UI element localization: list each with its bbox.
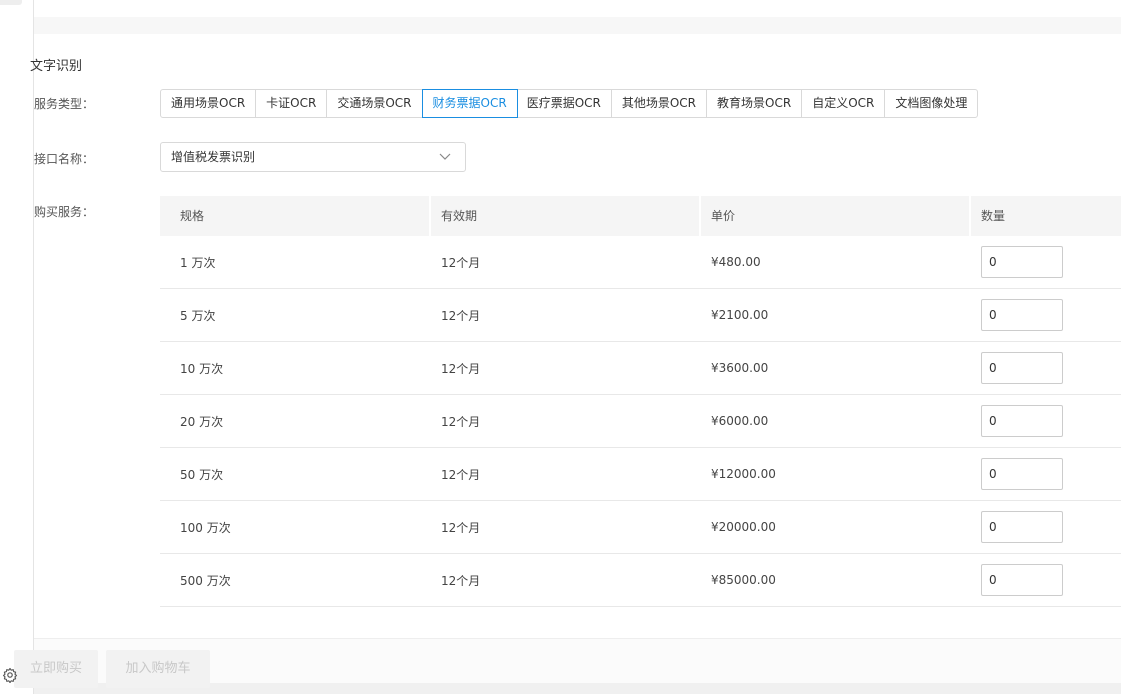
table-header: 规格 有效期 单价 数量 (160, 196, 1121, 236)
cell-price: ¥85000.00 (711, 573, 776, 587)
cell-quantity (971, 299, 1121, 331)
purchase-label: 购买服务： (34, 205, 95, 219)
table-row: 20 万次 12个月 ¥6000.00 (160, 395, 1121, 448)
cell-validity: 12个月 (441, 361, 481, 376)
cell-validity: 12个月 (441, 520, 481, 535)
cell-price: ¥12000.00 (711, 467, 776, 481)
page: 文字识别 服务类型： 接口名称： 购买服务： 通用场景OCR 卡证OCR 交通场景O… (0, 0, 1121, 694)
table-row: 100 万次 12个月 ¥20000.00 (160, 501, 1121, 554)
tab-service-type[interactable]: 医疗票据OCR (517, 90, 612, 117)
quantity-input[interactable] (981, 246, 1063, 278)
cell-price: ¥20000.00 (711, 520, 776, 534)
tab-service-type[interactable]: 其他场景OCR (612, 90, 708, 117)
add-to-cart-button[interactable]: 加入购物车 (106, 650, 210, 688)
sidebar-tab[interactable] (0, 0, 22, 5)
chevron-down-icon (439, 153, 451, 160)
api-name-select[interactable]: 增值税发票识别 (160, 142, 466, 172)
table-row: 1 万次 12个月 ¥480.00 (160, 236, 1121, 289)
cell-price: ¥3600.00 (711, 361, 769, 375)
cell-quantity (971, 511, 1121, 543)
cell-quantity (971, 405, 1121, 437)
header-price: 单价 (701, 196, 971, 236)
quantity-input[interactable] (981, 405, 1063, 437)
cell-validity: 12个月 (441, 573, 481, 588)
cell-price: ¥6000.00 (711, 414, 769, 428)
api-name-label: 接口名称： (34, 152, 95, 166)
cell-price: ¥2100.00 (711, 308, 769, 322)
header-spec: 规格 (160, 196, 431, 236)
quantity-input[interactable] (981, 299, 1063, 331)
cell-quantity (971, 564, 1121, 596)
section-title: 文字识别 (30, 59, 83, 74)
cell-spec: 50 万次 (180, 467, 224, 482)
quantity-input[interactable] (981, 511, 1063, 543)
cell-price: ¥480.00 (711, 255, 761, 269)
quantity-input[interactable] (981, 458, 1063, 490)
service-type-tabs: 通用场景OCR 卡证OCR 交通场景OCR 财务票据OCR 医疗票据OCR 其他场景OCR… (160, 89, 979, 118)
tab-service-type[interactable]: 通用场景OCR (161, 90, 257, 117)
cell-validity: 12个月 (441, 467, 481, 482)
cell-spec: 10 万次 (180, 361, 224, 376)
tab-service-type[interactable]: 交通场景OCR (327, 90, 423, 117)
api-name-select-value: 增值税发票识别 (171, 150, 256, 164)
cell-validity: 12个月 (441, 255, 481, 270)
tab-service-type[interactable]: 财务票据OCR (421, 89, 518, 118)
tab-service-type[interactable]: 教育场景OCR (707, 90, 803, 117)
table-row: 5 万次 12个月 ¥2100.00 (160, 289, 1121, 342)
cell-validity: 12个月 (441, 414, 481, 429)
tab-service-type[interactable]: 自定义OCR (802, 90, 886, 117)
header-validity: 有效期 (431, 196, 701, 236)
cell-spec: 100 万次 (180, 520, 231, 535)
tab-service-type[interactable]: 文档图像处理 (885, 90, 977, 117)
table-row: 50 万次 12个月 ¥12000.00 (160, 448, 1121, 501)
quantity-input[interactable] (981, 352, 1063, 384)
table-row: 500 万次 12个月 ¥85000.00 (160, 554, 1121, 607)
gear-icon[interactable] (2, 667, 18, 683)
service-type-label: 服务类型： (34, 97, 95, 111)
cell-validity: 12个月 (441, 308, 481, 323)
cell-quantity (971, 458, 1121, 490)
cell-spec: 20 万次 (180, 414, 224, 429)
cell-spec: 5 万次 (180, 308, 216, 323)
purchase-table: 规格 有效期 单价 数量 1 万次 12个月 ¥480.00 5 万次 12个月 ¥210… (160, 196, 1121, 607)
quantity-input[interactable] (981, 564, 1063, 596)
tab-service-type[interactable]: 卡证OCR (256, 90, 328, 117)
buy-now-button[interactable]: 立即购买 (14, 650, 98, 688)
cell-quantity (971, 246, 1121, 278)
table-body: 1 万次 12个月 ¥480.00 5 万次 12个月 ¥2100.00 10 万次 12个月… (160, 236, 1121, 607)
table-row: 10 万次 12个月 ¥3600.00 (160, 342, 1121, 395)
top-band (34, 17, 1121, 34)
left-sidebar (0, 0, 34, 694)
cell-quantity (971, 352, 1121, 384)
header-quantity: 数量 (981, 209, 1006, 223)
cell-spec: 1 万次 (180, 255, 216, 270)
cell-spec: 500 万次 (180, 573, 231, 588)
